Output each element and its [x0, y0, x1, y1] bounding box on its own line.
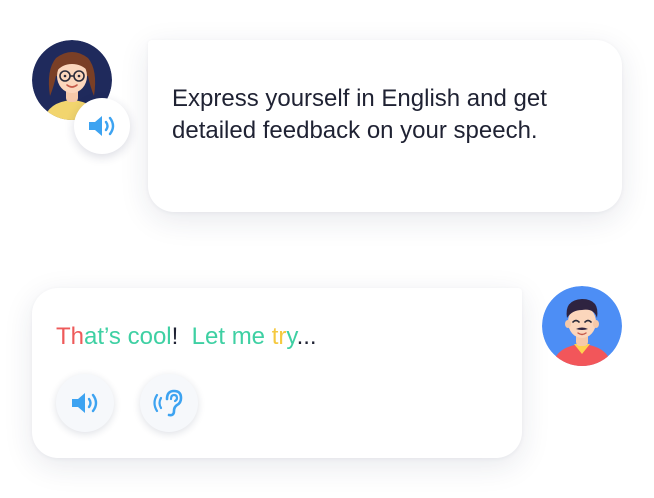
reply-segment: Th	[56, 323, 85, 350]
teacher-speaker-button[interactable]	[74, 98, 130, 154]
speaker-icon	[87, 114, 117, 138]
reply-segment: at’s	[84, 323, 121, 350]
user-reply-text: That’s cool! Let me try...	[56, 322, 317, 352]
teacher-message-line-1: Express yourself in English and get	[172, 85, 547, 112]
reply-segment	[121, 323, 128, 350]
ear-icon	[153, 388, 185, 418]
teacher-message-bubble: Express yourself in English and get deta…	[148, 40, 622, 212]
reply-segment: Let me	[191, 323, 266, 350]
reply-segment: cool	[127, 323, 172, 350]
student-avatar	[542, 286, 622, 366]
listen-button[interactable]	[140, 374, 198, 432]
reply-segment: tr	[271, 323, 287, 350]
reply-segment	[265, 323, 272, 350]
reply-segment: ...	[296, 323, 317, 350]
user-reply-bubble: That’s cool! Let me try...	[32, 288, 522, 458]
reply-segment	[178, 323, 191, 350]
teacher-message-text: Express yourself in English and get deta…	[172, 83, 602, 147]
reply-segment: y	[286, 323, 297, 350]
teacher-message-line-2: detailed feedback on your speech.	[172, 117, 538, 144]
play-reply-button[interactable]	[56, 374, 114, 432]
speaker-icon	[70, 391, 100, 415]
